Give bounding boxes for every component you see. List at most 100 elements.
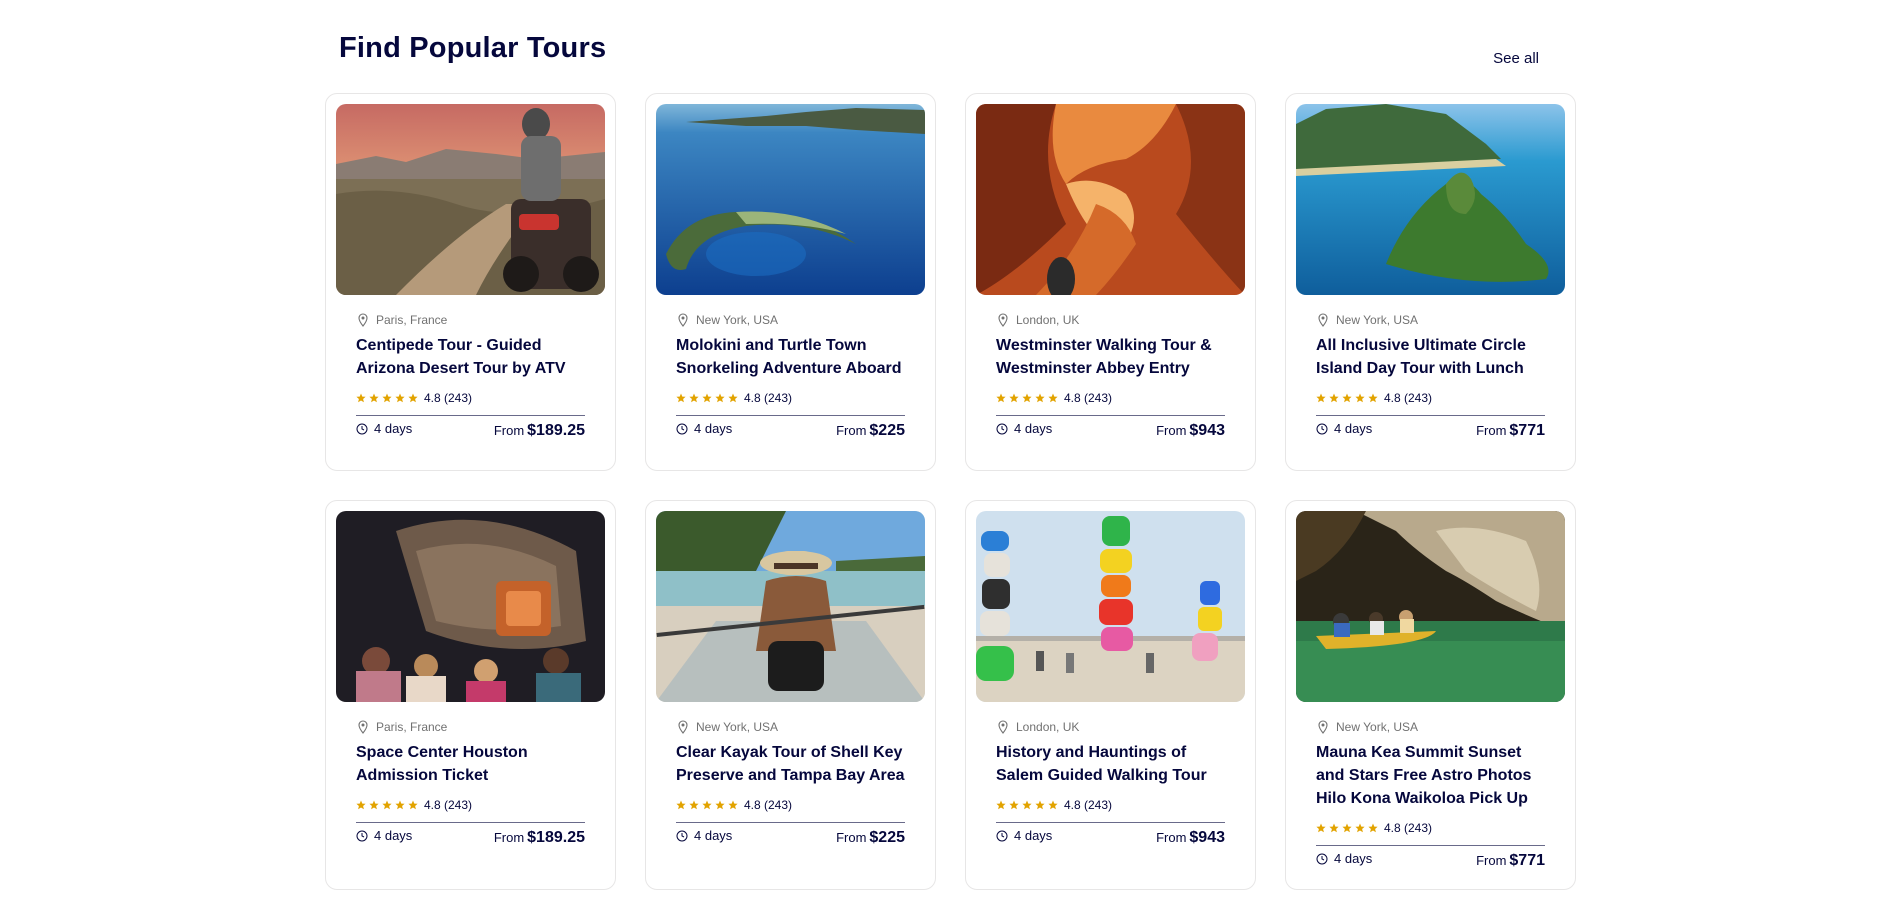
- rating-text: 4.8 (243): [1064, 391, 1113, 405]
- tour-location-text: Paris, France: [376, 313, 448, 327]
- rating-text: 4.8 (243): [1384, 391, 1433, 405]
- tour-location-text: New York, USA: [1336, 313, 1419, 327]
- clock-icon: [356, 423, 368, 434]
- star-icon: [1048, 800, 1058, 810]
- tour-card[interactable]: London, UK History and Hauntings of Sale…: [965, 500, 1256, 890]
- price-prefix: From: [836, 422, 867, 438]
- tour-price: From $771: [1476, 422, 1545, 440]
- star-icon: [1035, 393, 1045, 403]
- tour-title[interactable]: All Inclusive Ultimate Circle Island Day…: [1316, 334, 1545, 380]
- tour-title[interactable]: Centipede Tour - Guided Arizona Desert T…: [356, 334, 585, 380]
- star-icon: [408, 800, 418, 810]
- see-all-link[interactable]: See all: [1493, 50, 1539, 67]
- star-icon: [715, 393, 725, 403]
- tour-card[interactable]: New York, USA All Inclusive Ultimate Cir…: [1285, 93, 1576, 471]
- tour-title[interactable]: Westminster Walking Tour & Westminster A…: [996, 334, 1225, 380]
- tour-duration: 4 days: [996, 828, 1052, 843]
- star-icon: [1022, 393, 1032, 403]
- price-prefix: From: [1156, 829, 1187, 845]
- tour-image: [1296, 511, 1565, 702]
- star-icon: [1368, 393, 1378, 403]
- duration-text: 4 days: [694, 828, 733, 843]
- tour-duration: 4 days: [676, 828, 732, 843]
- tour-card[interactable]: New York, USA Molokini and Turtle Town S…: [645, 93, 936, 471]
- tour-title[interactable]: Clear Kayak Tour of Shell Key Preserve a…: [676, 741, 905, 787]
- tour-price: From $943: [1156, 829, 1225, 847]
- tour-duration: 4 days: [356, 828, 412, 843]
- rating-stars: [356, 800, 418, 810]
- clock-icon: [996, 830, 1008, 841]
- star-icon: [1342, 393, 1352, 403]
- clock-icon: [1316, 853, 1328, 864]
- price-prefix: From: [1156, 422, 1187, 438]
- star-icon: [1329, 823, 1339, 833]
- tour-duration: 4 days: [676, 421, 732, 436]
- clock-icon: [676, 830, 688, 841]
- star-icon: [702, 800, 712, 810]
- tour-card[interactable]: New York, USA Clear Kayak Tour of Shell …: [645, 500, 936, 890]
- star-icon: [1022, 800, 1032, 810]
- star-icon: [382, 393, 392, 403]
- tour-rating: 4.8 (243): [1316, 820, 1545, 836]
- star-icon: [676, 393, 686, 403]
- rating-text: 4.8 (243): [424, 391, 473, 405]
- tour-rating: 4.8 (243): [356, 797, 585, 813]
- tour-image: [976, 104, 1245, 295]
- rating-stars: [1316, 393, 1378, 403]
- tour-title[interactable]: Molokini and Turtle Town Snorkeling Adve…: [676, 334, 905, 380]
- price-value: $771: [1509, 421, 1545, 439]
- tour-image: [656, 104, 925, 295]
- price-value: $943: [1189, 421, 1225, 439]
- pin-icon: [358, 720, 368, 734]
- divider: [676, 822, 905, 823]
- tour-rating: 4.8 (243): [996, 390, 1225, 406]
- tour-location: New York, USA: [676, 719, 905, 735]
- price-value: $189.25: [527, 828, 585, 846]
- divider: [1316, 845, 1545, 846]
- star-icon: [1316, 393, 1326, 403]
- duration-text: 4 days: [1014, 828, 1053, 843]
- star-icon: [689, 800, 699, 810]
- tour-title[interactable]: Space Center Houston Admission Ticket: [356, 741, 585, 787]
- duration-text: 4 days: [1334, 421, 1373, 436]
- tour-card[interactable]: New York, USA Mauna Kea Summit Sunset an…: [1285, 500, 1576, 890]
- tour-duration: 4 days: [996, 421, 1052, 436]
- rating-stars: [996, 800, 1058, 810]
- star-icon: [1316, 823, 1326, 833]
- rating-text: 4.8 (243): [424, 798, 473, 812]
- star-icon: [996, 800, 1006, 810]
- tour-image: [1296, 104, 1565, 295]
- star-icon: [1035, 800, 1045, 810]
- star-icon: [996, 393, 1006, 403]
- pin-icon: [1318, 313, 1328, 327]
- duration-text: 4 days: [1334, 851, 1373, 866]
- tours-grid: Paris, France Centipede Tour - Guided Ar…: [325, 93, 1576, 890]
- rating-stars: [996, 393, 1058, 403]
- price-value: $189.25: [527, 421, 585, 439]
- price-value: $225: [869, 828, 905, 846]
- tour-card[interactable]: Paris, France Centipede Tour - Guided Ar…: [325, 93, 616, 471]
- star-icon: [395, 393, 405, 403]
- pin-icon: [998, 720, 1008, 734]
- star-icon: [1342, 823, 1352, 833]
- tour-rating: 4.8 (243): [996, 797, 1225, 813]
- pin-icon: [1318, 720, 1328, 734]
- tour-duration: 4 days: [1316, 851, 1372, 866]
- popular-tours-section: Find Popular Tours See all Paris, France…: [325, 0, 1576, 908]
- tour-rating: 4.8 (243): [676, 797, 905, 813]
- star-icon: [702, 393, 712, 403]
- tour-title[interactable]: Mauna Kea Summit Sunset and Stars Free A…: [1316, 741, 1545, 810]
- tour-card[interactable]: Paris, France Space Center Houston Admis…: [325, 500, 616, 890]
- tour-price: From $189.25: [494, 422, 585, 440]
- rating-text: 4.8 (243): [744, 798, 793, 812]
- rating-stars: [676, 800, 738, 810]
- tour-price: From $771: [1476, 852, 1545, 870]
- divider: [996, 415, 1225, 416]
- star-icon: [728, 800, 738, 810]
- tour-card[interactable]: London, UK Westminster Walking Tour & We…: [965, 93, 1256, 471]
- tour-title[interactable]: History and Hauntings of Salem Guided Wa…: [996, 741, 1225, 787]
- price-value: $943: [1189, 828, 1225, 846]
- price-prefix: From: [493, 829, 525, 845]
- clock-icon: [996, 423, 1008, 434]
- divider: [996, 822, 1225, 823]
